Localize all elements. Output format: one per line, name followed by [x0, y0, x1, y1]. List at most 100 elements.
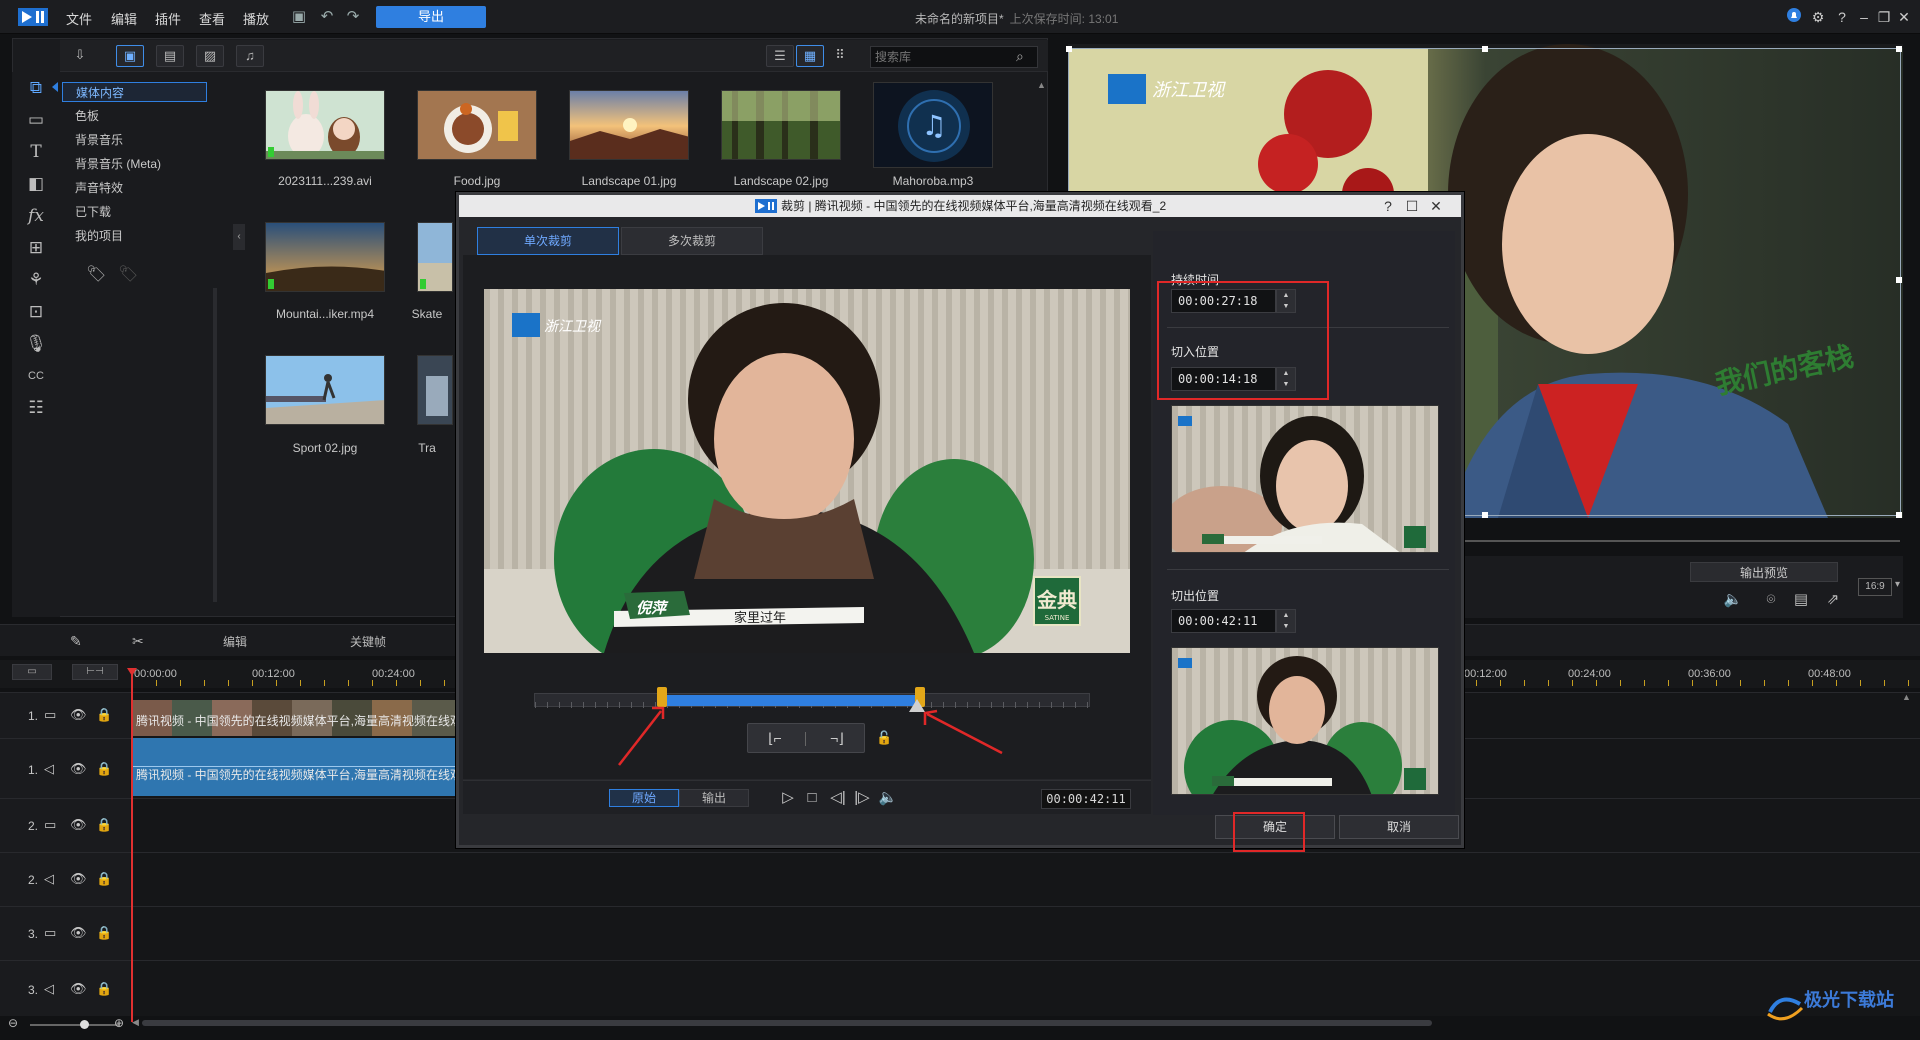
- apps-grid-icon[interactable]: ⠿: [826, 45, 854, 67]
- save-icon[interactable]: ▣: [290, 8, 308, 26]
- help-icon[interactable]: ?: [1832, 7, 1852, 27]
- remove-tag-icon[interactable]: 🏷: [118, 264, 138, 284]
- external-display-icon[interactable]: ⇗: [1822, 590, 1844, 610]
- mark-out-icon[interactable]: ¬⌋: [826, 729, 848, 747]
- zoom-slider[interactable]: [30, 1024, 120, 1026]
- lock-icon[interactable]: 🔒: [96, 817, 112, 833]
- subtitle-room-icon[interactable]: CC: [22, 364, 50, 388]
- import-media-icon[interactable]: ⇩: [66, 45, 94, 67]
- chapter-room-icon[interactable]: ☷: [22, 396, 50, 420]
- resize-handle[interactable]: [1896, 512, 1902, 518]
- collapse-library-button[interactable]: ‹: [233, 224, 245, 250]
- menu-plugins[interactable]: 插件: [155, 9, 181, 28]
- effects-room-icon[interactable]: fx: [22, 204, 50, 228]
- grid-view-button[interactable]: ▦: [796, 45, 824, 67]
- out-point-field[interactable]: 00:00:42:11: [1171, 609, 1276, 633]
- export-button[interactable]: 导出: [376, 6, 486, 28]
- snapshot-camera-icon[interactable]: ⌾: [1760, 590, 1782, 610]
- audio-clip[interactable]: 腾讯视频 - 中国领先的在线视频媒体平台,海量高清视频在线观看: [132, 738, 457, 796]
- video-track-3[interactable]: 3. ▭ 👁 🔒: [0, 906, 1920, 960]
- playhead-handle[interactable]: [127, 668, 137, 676]
- preview-scrubber[interactable]: [1460, 540, 1900, 542]
- library-item-media[interactable]: 媒体内容: [62, 82, 207, 102]
- prev-frame-icon[interactable]: ◁|: [827, 787, 849, 809]
- resize-handle[interactable]: [1896, 277, 1902, 283]
- tab-multi-trim[interactable]: 多次裁剪: [621, 227, 763, 255]
- eye-icon[interactable]: 👁: [70, 871, 87, 887]
- media-room-icon[interactable]: ⧉: [22, 76, 50, 100]
- filter-video-audio-button[interactable]: ▣: [116, 45, 144, 67]
- library-item-bgm[interactable]: 背景音乐: [62, 130, 207, 150]
- eye-icon[interactable]: 👁: [70, 761, 87, 777]
- library-item-sfx[interactable]: 声音特效: [62, 178, 207, 198]
- zoom-in-icon[interactable]: ⊕: [114, 1016, 124, 1030]
- lock-icon[interactable]: 🔓: [876, 730, 892, 746]
- sticker-room-icon[interactable]: ⊡: [22, 300, 50, 324]
- fit-icon[interactable]: ✎: [70, 633, 82, 650]
- close-icon[interactable]: ✕: [1894, 7, 1914, 27]
- search-icon[interactable]: ⌕: [1016, 47, 1034, 65]
- media-thumb-skate[interactable]: [417, 222, 453, 292]
- resize-handle[interactable]: [1896, 46, 1902, 52]
- timeline-edit-button[interactable]: 编辑: [223, 633, 247, 650]
- particle-effect-icon[interactable]: ⚘: [22, 268, 50, 292]
- eye-icon[interactable]: 👁: [70, 981, 87, 997]
- library-scrollbar[interactable]: [213, 288, 217, 602]
- chevron-down-icon[interactable]: ▾: [1895, 579, 1900, 590]
- undo-icon[interactable]: ↶: [318, 8, 336, 26]
- filter-video-button[interactable]: ▤: [156, 45, 184, 67]
- stop-icon[interactable]: □: [801, 787, 823, 809]
- library-item-bgm-meta[interactable]: 背景音乐 (Meta): [62, 154, 207, 174]
- eye-icon[interactable]: 👁: [70, 925, 87, 941]
- media-thumb-sport[interactable]: [265, 355, 385, 425]
- mark-in-icon[interactable]: ⌊⌐: [764, 729, 786, 747]
- mode-output-button[interactable]: 输出: [679, 789, 749, 807]
- media-thumb-travel[interactable]: [417, 355, 453, 425]
- menu-edit[interactable]: 编辑: [111, 9, 137, 28]
- lock-icon[interactable]: 🔒: [96, 707, 112, 723]
- tab-single-trim[interactable]: 单次裁剪: [477, 227, 619, 255]
- audio-track-3[interactable]: 3. ◁ 👁 🔒: [0, 960, 1920, 1016]
- resize-handle[interactable]: [1482, 512, 1488, 518]
- out-point-spinner[interactable]: ▲ ▼: [1276, 609, 1296, 633]
- voice-record-icon[interactable]: 🎙: [22, 332, 50, 356]
- video-clip[interactable]: 腾讯视频 - 中国领先的在线视频媒体平台,海量高清视频在线观看: [132, 700, 457, 736]
- track-manager-icon[interactable]: ▭: [12, 664, 52, 680]
- scroll-left-icon[interactable]: ◀: [132, 1017, 139, 1028]
- split-scissors-icon[interactable]: ✂: [132, 633, 144, 650]
- settings-gear-icon[interactable]: ⚙: [1808, 7, 1828, 27]
- media-thumb-landscape01[interactable]: [569, 90, 689, 160]
- lock-icon[interactable]: 🔒: [96, 761, 112, 777]
- volume-icon[interactable]: 🔈: [877, 787, 899, 809]
- dialog-maximize-icon[interactable]: ☐: [1403, 197, 1421, 215]
- media-thumb-audio[interactable]: ♫: [873, 82, 993, 168]
- transition-room-icon[interactable]: ◧: [22, 172, 50, 196]
- restore-icon[interactable]: ❐: [1874, 7, 1894, 27]
- eye-icon[interactable]: 👁: [70, 707, 87, 723]
- minimize-icon[interactable]: –: [1854, 7, 1874, 27]
- scroll-up-icon[interactable]: ▲: [1902, 692, 1911, 702]
- title-room-icon[interactable]: T: [22, 140, 50, 164]
- dialog-title-bar[interactable]: 裁剪 | 腾讯视频 - 中国领先的在线视频媒体平台,海量高清视频在线观看_2 ?…: [459, 195, 1461, 217]
- media-thumb-mountain[interactable]: [265, 222, 385, 292]
- library-item-projects[interactable]: 我的项目: [62, 226, 207, 246]
- pip-room-icon[interactable]: ▭: [22, 108, 50, 132]
- add-tag-icon[interactable]: 🏷: [86, 264, 106, 284]
- lock-icon[interactable]: 🔒: [96, 981, 112, 997]
- filter-image-button[interactable]: ▨: [196, 45, 224, 67]
- eye-icon[interactable]: 👁: [70, 817, 87, 833]
- output-preview-button[interactable]: 输出预览: [1690, 562, 1838, 582]
- media-thumb-food[interactable]: [417, 90, 537, 160]
- resize-handle[interactable]: [1482, 46, 1488, 52]
- list-view-button[interactable]: ☰: [766, 45, 794, 67]
- zoom-slider-thumb[interactable]: [80, 1020, 89, 1029]
- menu-file[interactable]: 文件: [66, 9, 92, 28]
- library-item-downloaded[interactable]: 已下载: [62, 202, 207, 222]
- audio-track-2[interactable]: 2. ◁ 👁 🔒: [0, 852, 1920, 906]
- volume-icon[interactable]: 🔈: [1722, 590, 1744, 610]
- timeline-keyframe-button[interactable]: 关键帧: [350, 633, 386, 650]
- fit-timeline-icon[interactable]: ⊢⊣: [72, 664, 118, 680]
- playhead[interactable]: [131, 672, 133, 1022]
- redo-icon[interactable]: ↷: [344, 8, 362, 26]
- particle-room-icon[interactable]: ⊞: [22, 236, 50, 260]
